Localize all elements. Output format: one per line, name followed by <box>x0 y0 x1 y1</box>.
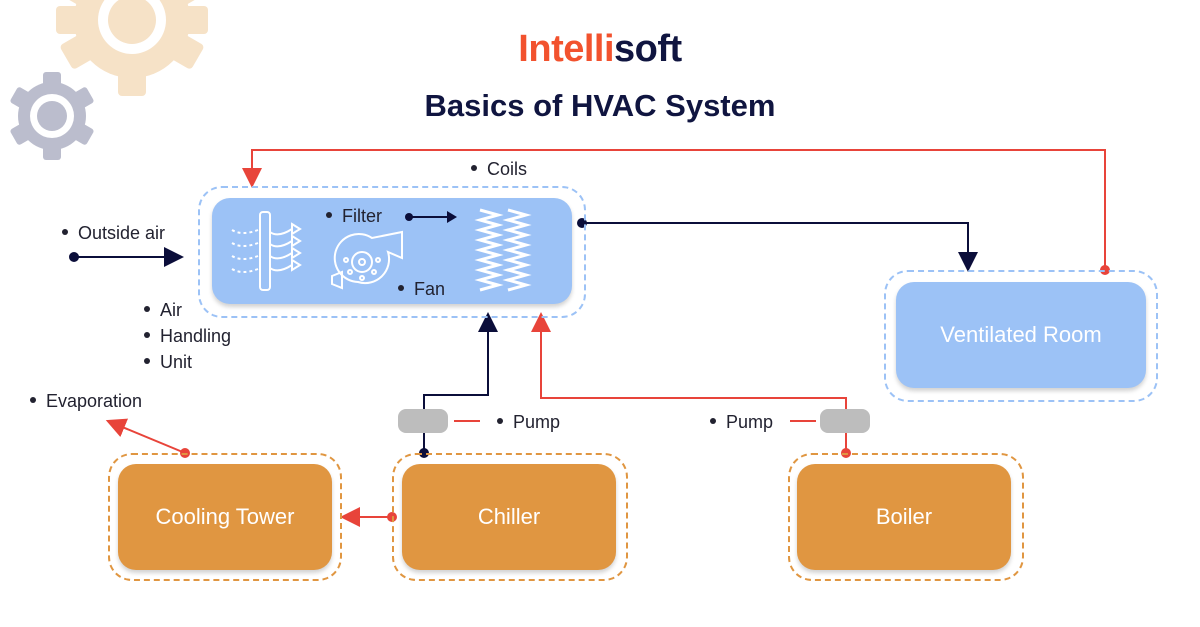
chilled-water-line <box>423 312 498 453</box>
label-outside-air: Outside air <box>62 223 165 244</box>
cooling-tower-label: Cooling Tower <box>155 504 295 529</box>
bullet-icon <box>144 358 150 365</box>
label-fan: Fan <box>398 279 445 300</box>
filter-flow-arrow <box>405 211 457 223</box>
label-filter: Filter <box>326 206 382 227</box>
pump-boiler <box>820 409 870 433</box>
connector-dot <box>69 252 79 262</box>
boiler: Boiler <box>797 464 1011 570</box>
hot-water-line <box>531 312 847 453</box>
label-ahu-line-2: Handling <box>144 326 231 347</box>
bullet-icon <box>497 418 503 425</box>
ventilated-room-label: Ventilated Room <box>940 322 1102 347</box>
coil-icon <box>474 208 532 292</box>
air-filter-icon <box>231 211 302 291</box>
bullet-icon <box>30 397 36 404</box>
label-ahu-line-1: Air <box>144 300 182 321</box>
label-coils: Coils <box>471 159 527 180</box>
brand-part-2: soft <box>614 28 682 70</box>
evaporation-arrow <box>105 418 186 454</box>
chiller: Chiller <box>402 464 616 570</box>
bullet-icon <box>398 285 404 292</box>
label-evaporation: Evaporation <box>30 391 142 412</box>
bullet-icon <box>710 418 716 425</box>
chiller-label: Chiller <box>477 504 541 529</box>
bullet-icon <box>144 306 150 313</box>
page-title: Basics of HVAC System <box>424 88 776 123</box>
bullet-icon <box>144 332 150 339</box>
brand-logo: Intellisoft <box>0 28 1200 71</box>
bullet-icon <box>326 212 332 219</box>
cooling-tower: Cooling Tower <box>118 464 332 570</box>
ventilated-room: Ventilated Room <box>896 282 1146 388</box>
label-ahu-line-3: Unit <box>144 352 192 373</box>
bullet-icon <box>62 229 68 236</box>
label-pump-boiler: Pump <box>710 412 773 433</box>
bullet-icon <box>471 165 477 172</box>
pump-chiller <box>398 409 448 433</box>
brand-part-1: Intelli <box>518 28 615 70</box>
boiler-label: Boiler <box>875 504 933 529</box>
air-handling-unit <box>212 198 572 304</box>
label-pump-chiller: Pump <box>497 412 560 433</box>
supply-air-line <box>582 222 978 272</box>
